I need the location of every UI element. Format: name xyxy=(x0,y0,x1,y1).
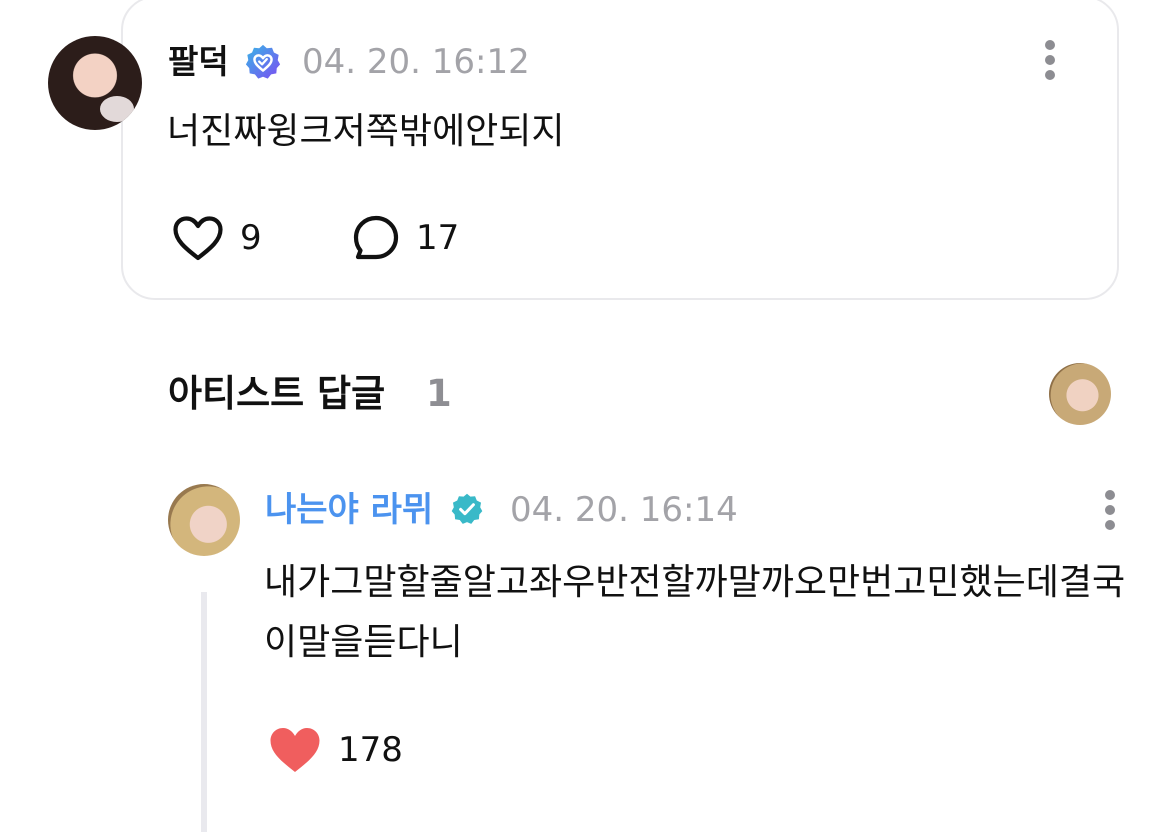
author-avatar[interactable] xyxy=(48,36,142,130)
like-count: 9 xyxy=(240,218,262,258)
heart-filled-icon xyxy=(270,728,320,772)
author-name[interactable]: 팔덕 xyxy=(168,40,229,84)
post-text: 너진짜윙크저쪽밖에안되지 xyxy=(167,111,565,152)
post-timestamp: 04. 20. 16:12 xyxy=(302,42,530,82)
reply-like-button[interactable]: 178 xyxy=(268,725,403,775)
reply-timestamp: 04. 20. 16:14 xyxy=(510,490,738,530)
artist-replies-count: 1 xyxy=(426,372,452,415)
artist-replies-title: 아티스트 답글 xyxy=(168,372,386,415)
more-vertical-icon[interactable] xyxy=(1100,488,1120,532)
comment-button[interactable]: 17 xyxy=(352,213,459,263)
heart-outline-icon xyxy=(173,216,223,261)
verified-heart-badge-icon xyxy=(245,44,281,79)
more-vertical-icon[interactable] xyxy=(1040,38,1060,82)
comment-bubble-icon xyxy=(353,215,399,260)
artist-avatar-small[interactable] xyxy=(1049,363,1111,425)
comment-count: 17 xyxy=(416,218,460,258)
thread-line xyxy=(201,592,207,832)
verified-check-badge-icon xyxy=(451,493,483,524)
reply-author-name[interactable]: 나는야 라뮈 xyxy=(265,488,433,532)
like-button[interactable]: 9 xyxy=(172,213,262,263)
reply-text: 내가그말할줄알고좌우반전할까말까오만번고민했는데결국이말을듣다니 xyxy=(264,562,1126,663)
reply-avatar[interactable] xyxy=(168,484,240,556)
reply-like-count: 178 xyxy=(338,730,403,770)
